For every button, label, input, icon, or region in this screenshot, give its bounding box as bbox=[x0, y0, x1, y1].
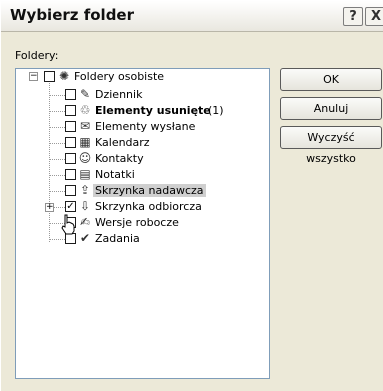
tree-item-elementy-wyslane[interactable]: ✉ Elementy wysłane bbox=[16, 119, 266, 135]
tree-item-notatki[interactable]: ▤ Notatki bbox=[16, 167, 266, 183]
item-label: Elementy wysłane bbox=[95, 120, 196, 133]
tree-item-kontakty[interactable]: ☺ Kontakty bbox=[16, 151, 266, 167]
item-checkbox[interactable] bbox=[65, 105, 76, 116]
tree-item-elementy-usuniete[interactable]: ♲ Elementy usunięte (1) bbox=[16, 103, 266, 119]
journal-icon: ✎ bbox=[79, 87, 91, 101]
ok-button[interactable]: OK bbox=[280, 68, 382, 91]
notes-icon: ▤ bbox=[79, 167, 91, 181]
tree-root-item[interactable]: − ✺ Foldery osobiste bbox=[16, 69, 266, 85]
item-label: Dziennik bbox=[95, 88, 143, 101]
tree-item-dziennik[interactable]: ✎ Dziennik bbox=[16, 87, 266, 103]
collapse-toggle[interactable]: − bbox=[29, 72, 38, 81]
item-label: Kalendarz bbox=[95, 136, 150, 149]
mouse-cursor-icon bbox=[61, 214, 75, 235]
item-label: Wersje robocze bbox=[95, 216, 179, 229]
inbox-icon: ⇩ bbox=[79, 199, 91, 213]
expand-toggle[interactable]: + bbox=[45, 203, 54, 212]
item-checkbox[interactable] bbox=[65, 89, 76, 100]
tree-item-skrzynka-odbiorcza[interactable]: + ✓ ⇩ Skrzynka odbiorcza bbox=[16, 199, 266, 215]
tree-item-zadania[interactable]: ✔ Zadania bbox=[16, 231, 266, 247]
personal-folders-icon: ✺ bbox=[58, 69, 70, 83]
tree-item-kalendarz[interactable]: ▦ Kalendarz bbox=[16, 135, 266, 151]
cancel-button[interactable]: Anuluj bbox=[280, 97, 382, 120]
item-checkbox[interactable] bbox=[65, 137, 76, 148]
help-icon: ? bbox=[349, 9, 357, 24]
item-checkbox[interactable]: ✓ bbox=[65, 201, 76, 212]
tasks-icon: ✔ bbox=[79, 231, 91, 245]
item-checkbox[interactable] bbox=[65, 185, 76, 196]
calendar-icon: ▦ bbox=[79, 135, 91, 149]
contacts-icon: ☺ bbox=[78, 151, 92, 165]
item-label: Kontakty bbox=[95, 152, 144, 165]
item-label: Skrzynka nadawcza bbox=[93, 184, 206, 197]
select-folder-dialog: Wybierz folder ? X Foldery: − ✺ Foldery … bbox=[0, 0, 383, 391]
drafts-icon: ✍ bbox=[79, 215, 91, 229]
tree-item-wersje-robocze[interactable]: ✍ Wersje robocze bbox=[16, 215, 266, 231]
root-checkbox[interactable] bbox=[44, 71, 55, 82]
item-label: Zadania bbox=[95, 232, 140, 245]
title-bar: Wybierz folder ? X bbox=[1, 1, 383, 32]
folder-tree[interactable]: − ✺ Foldery osobiste ✎ Dziennik ♲ Elemen… bbox=[15, 68, 270, 379]
root-label: Foldery osobiste bbox=[74, 70, 165, 83]
close-button[interactable]: X bbox=[365, 7, 383, 26]
item-label: Elementy usunięte bbox=[95, 104, 211, 117]
tree-item-skrzynka-nadawcza[interactable]: ⇪ Skrzynka nadawcza bbox=[16, 183, 266, 199]
sent-items-icon: ✉ bbox=[79, 119, 91, 133]
item-label: Skrzynka odbiorcza bbox=[95, 200, 202, 213]
item-count: (1) bbox=[208, 104, 224, 117]
item-label: Notatki bbox=[95, 168, 135, 181]
help-button[interactable]: ? bbox=[343, 7, 363, 26]
folders-label: Foldery: bbox=[15, 49, 59, 62]
item-checkbox[interactable] bbox=[65, 153, 76, 164]
item-checkbox[interactable] bbox=[65, 169, 76, 180]
dialog-title: Wybierz folder bbox=[10, 6, 135, 24]
item-checkbox[interactable] bbox=[65, 121, 76, 132]
close-icon: X bbox=[370, 9, 382, 24]
clear-all-button[interactable]: Wyczyść wszystko bbox=[280, 126, 382, 165]
outbox-icon: ⇪ bbox=[79, 183, 91, 197]
deleted-items-icon: ♲ bbox=[79, 103, 91, 117]
